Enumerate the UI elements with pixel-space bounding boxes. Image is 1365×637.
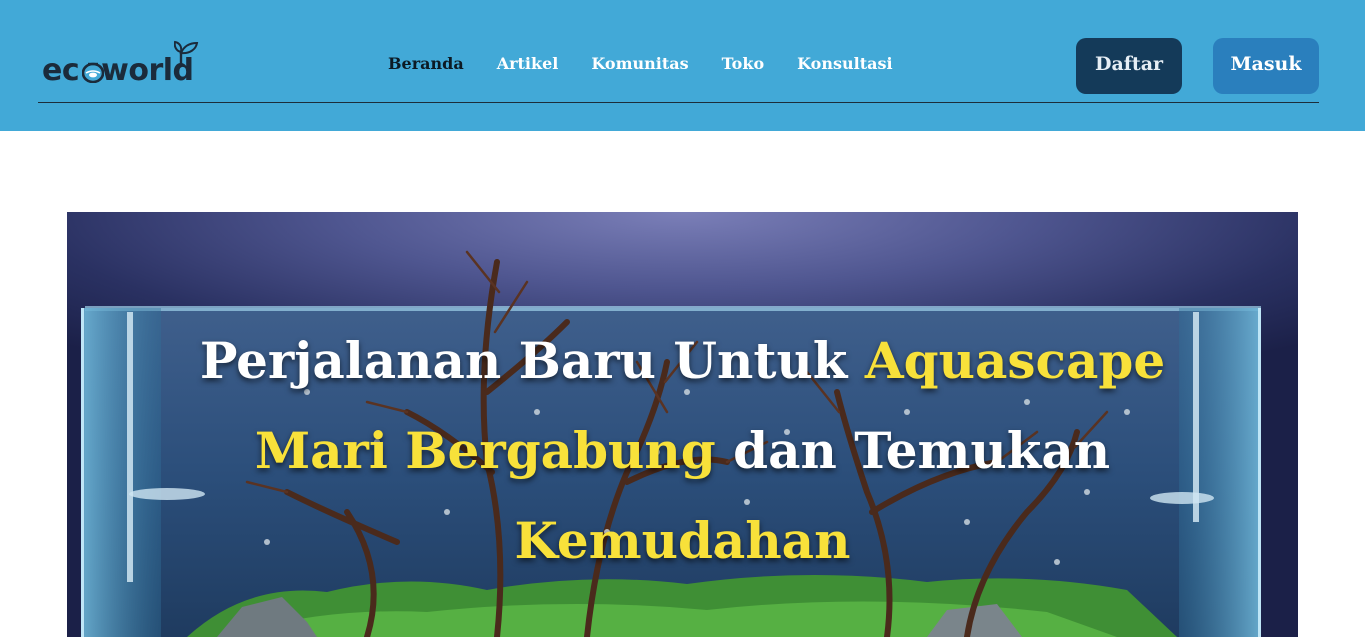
sprout-icon — [174, 40, 199, 66]
hero-line-1: Perjalanan Baru Untuk Aquascape — [67, 316, 1298, 406]
nav-item-komunitas[interactable]: Komunitas — [591, 54, 688, 73]
hero-banner: Perjalanan Baru Untuk Aquascape Mari Ber… — [67, 212, 1298, 637]
hero-headline: Perjalanan Baru Untuk Aquascape Mari Ber… — [67, 316, 1298, 586]
hero-line-1-text: Perjalanan Baru Untuk — [199, 331, 865, 390]
hero-line-3-highlight: Kemudahan — [514, 511, 851, 570]
ecoworld-logo[interactable]: ec world — [42, 40, 202, 86]
navbar: ec world Beranda Artikel Komunitas Toko K… — [0, 0, 1365, 131]
nav-item-konsultasi[interactable]: Konsultasi — [797, 54, 892, 73]
hero-line-1-highlight: Aquascape — [864, 331, 1166, 390]
hero-line-2: Mari Bergabung dan Temukan — [67, 406, 1298, 496]
login-button[interactable]: Masuk — [1213, 38, 1319, 94]
register-button[interactable]: Daftar — [1076, 38, 1182, 94]
hero-line-2-text: dan Temukan — [715, 421, 1111, 480]
nav-item-beranda[interactable]: Beranda — [388, 54, 464, 73]
main-nav: Beranda Artikel Komunitas Toko Konsultas… — [388, 54, 926, 73]
fishbowl-icon — [82, 62, 104, 83]
nav-item-toko[interactable]: Toko — [722, 54, 765, 73]
hero-line-2-highlight: Mari Bergabung — [254, 421, 716, 480]
logo-wordmark: ec world — [42, 53, 194, 88]
nav-item-artikel[interactable]: Artikel — [497, 54, 559, 73]
navbar-divider — [38, 102, 1319, 103]
hero-line-3: Kemudahan — [67, 496, 1298, 586]
